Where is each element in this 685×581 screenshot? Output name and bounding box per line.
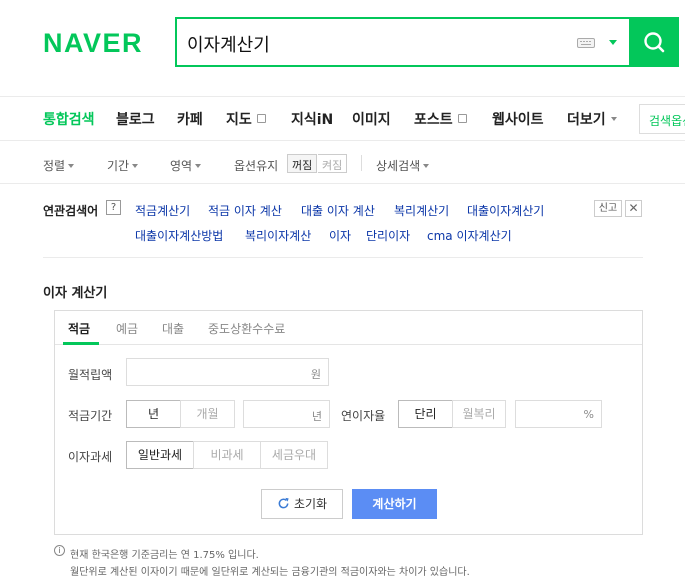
tab-savings[interactable]: 적금 — [68, 320, 90, 337]
popup-icon — [256, 114, 266, 123]
period-year-toggle[interactable]: 년 — [126, 400, 181, 428]
naver-logo[interactable]: NAVER — [43, 28, 143, 59]
search-tabs: 통합검색 블로그 카페 지도 지식iN 이미지 포스트 웹사이트 더보기 검색옵… — [0, 96, 685, 141]
tab-blog[interactable]: 블로그 — [116, 109, 155, 129]
tab-deposit[interactable]: 예금 — [116, 320, 138, 337]
calculate-button[interactable]: 계산하기 — [352, 489, 437, 519]
calculator-panel: 적금 예금 대출 중도상환수수료 월적립액 원 적금기간 년 개월 년 연이자율… — [54, 310, 643, 535]
related-link[interactable]: 대출이자계산기 — [467, 202, 544, 219]
tax-free-toggle[interactable]: 비과세 — [193, 441, 261, 469]
help-icon[interactable]: ? — [106, 200, 121, 215]
search-button[interactable] — [629, 17, 679, 67]
close-icon[interactable]: ✕ — [625, 200, 642, 217]
search-box: 이자계산기 — [175, 17, 679, 67]
tab-prepayment-fee[interactable]: 중도상환수수료 — [208, 320, 285, 337]
divider — [361, 155, 362, 171]
reset-label: 초기화 — [293, 497, 328, 511]
tab-more-label: 더보기 — [567, 112, 606, 128]
period-input[interactable]: 년 — [243, 400, 330, 428]
caret-down-icon — [195, 164, 202, 168]
monthly-deposit-input[interactable]: 원 — [126, 358, 329, 386]
option-on-toggle[interactable]: 켜짐 — [318, 154, 348, 173]
monthly-deposit-label: 월적립액 — [68, 368, 113, 382]
caret-down-icon — [68, 164, 75, 168]
keep-option-label: 옵션유지 — [234, 159, 279, 173]
sort-label: 정렬 — [43, 159, 66, 173]
related-searches-title: 연관검색어 — [43, 204, 99, 218]
related-link[interactable]: 이자 — [329, 227, 351, 244]
divider — [0, 183, 685, 184]
area-label: 영역 — [170, 159, 193, 173]
active-tab-indicator — [63, 342, 99, 345]
sort-dropdown[interactable]: 정렬 — [43, 157, 75, 174]
tax-favored-toggle[interactable]: 세금우대 — [260, 441, 328, 469]
related-link[interactable]: 대출이자계산방법 — [135, 227, 223, 244]
divider — [43, 257, 643, 258]
reset-button[interactable]: 초기화 — [261, 489, 343, 519]
savings-period-label: 적금기간 — [68, 409, 113, 423]
base-rate-note: 현재 한국은행 기준금리는 연 1.75% 입니다. — [70, 550, 259, 561]
tab-map[interactable]: 지도 — [226, 109, 266, 129]
tab-image[interactable]: 이미지 — [352, 109, 391, 129]
simple-interest-toggle[interactable]: 단리 — [398, 400, 453, 428]
tab-more[interactable]: 더보기 — [567, 109, 617, 129]
tab-post-label: 포스트 — [414, 112, 453, 128]
advanced-search-dropdown[interactable]: 상세검색 — [376, 157, 430, 174]
year-unit: 년 — [311, 410, 322, 423]
related-link[interactable]: 대출 이자 계산 — [301, 202, 375, 219]
interest-rate-input[interactable]: % — [515, 400, 602, 428]
caret-down-icon — [610, 117, 617, 121]
option-off-toggle[interactable]: 꺼짐 — [287, 154, 318, 173]
search-icon — [644, 32, 665, 53]
tab-post[interactable]: 포스트 — [414, 109, 467, 129]
compound-interest-toggle[interactable]: 월복리 — [452, 400, 506, 428]
tab-loan[interactable]: 대출 — [162, 320, 184, 337]
interest-tax-label: 이자과세 — [68, 450, 113, 464]
period-label: 기간 — [107, 159, 130, 173]
keyboard-icon[interactable] — [577, 38, 595, 48]
related-link[interactable]: 복리이자계산 — [245, 227, 311, 244]
chevron-down-icon[interactable] — [609, 40, 617, 45]
caret-down-icon — [132, 164, 139, 168]
won-unit: 원 — [310, 368, 321, 381]
caret-down-icon — [423, 164, 430, 168]
tab-cafe[interactable]: 카페 — [177, 109, 203, 129]
tab-all[interactable]: 통합검색 — [43, 109, 95, 129]
related-link[interactable]: 복리계산기 — [394, 202, 449, 219]
area-dropdown[interactable]: 영역 — [170, 157, 202, 174]
calculation-note: 월단위로 계산된 이자이기 때문에 일단위로 계산되는 금융기관의 적금이자와는… — [70, 567, 470, 578]
related-link[interactable]: 단리이자 — [366, 227, 410, 244]
tab-map-label: 지도 — [226, 112, 252, 128]
related-link[interactable]: cma 이자계산기 — [427, 227, 512, 244]
related-link[interactable]: 적금 이자 계산 — [208, 202, 282, 219]
search-input[interactable]: 이자계산기 — [187, 31, 270, 57]
popup-icon — [457, 114, 467, 123]
tab-kin[interactable]: 지식iN — [291, 109, 333, 129]
tax-general-toggle[interactable]: 일반과세 — [126, 441, 194, 469]
advanced-search-label: 상세검색 — [376, 159, 421, 173]
search-option-button[interactable]: 검색옵션 — [639, 104, 685, 134]
tab-website[interactable]: 웹사이트 — [492, 109, 544, 129]
divider — [55, 344, 642, 345]
info-icon: i — [54, 545, 65, 556]
related-link[interactable]: 적금계산기 — [135, 202, 190, 219]
report-button[interactable]: 신고 — [594, 200, 622, 217]
percent-unit: % — [583, 408, 594, 421]
refresh-icon — [278, 497, 289, 509]
interest-rate-label: 연이자율 — [341, 409, 386, 423]
calculator-title: 이자 계산기 — [43, 286, 108, 301]
period-month-toggle[interactable]: 개월 — [180, 400, 235, 428]
period-dropdown[interactable]: 기간 — [107, 157, 139, 174]
